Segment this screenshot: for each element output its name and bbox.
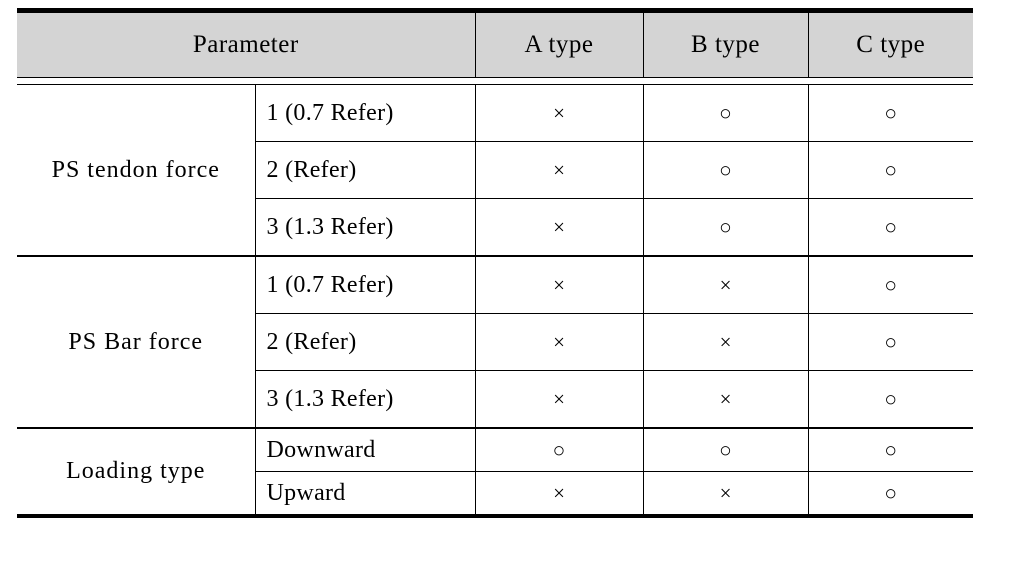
mark-b-type: ×	[642, 370, 808, 428]
sub-label: Downward	[254, 429, 475, 472]
parameter-comparison-table-wrapper: Parameter A type B type C type PS tendon…	[17, 8, 973, 520]
mark-a-type: ×	[474, 313, 643, 371]
mark-b-type: ○	[642, 198, 808, 256]
table-row: PS Bar force 1 (0.7 Refer) × × ○	[17, 257, 973, 428]
mark-b-type: ×	[642, 313, 808, 371]
mark-c-type: ○	[807, 141, 973, 199]
sub-label: Upward	[254, 471, 475, 516]
header-a-type: A type	[474, 8, 643, 78]
sub-label: 2 (Refer)	[254, 141, 475, 199]
sub-label: 1 (0.7 Refer)	[254, 84, 475, 142]
mark-a-type: ×	[474, 257, 643, 314]
mark-c-type: ○	[807, 198, 973, 256]
table-header: Parameter A type B type C type	[17, 8, 973, 78]
table-row: PS tendon force 1 (0.7 Refer) × ○ ○	[17, 84, 973, 256]
mark-c-type: ○	[807, 84, 973, 142]
table-row: Loading type Downward ○ ○ ○	[17, 429, 973, 516]
mark-b-type: ×	[642, 257, 808, 314]
table-body: PS tendon force 1 (0.7 Refer) × ○ ○ 2 (R…	[17, 77, 973, 520]
group-label-loading-type: Loading type	[17, 429, 255, 516]
sub-label: 3 (1.3 Refer)	[254, 198, 475, 256]
mark-c-type: ○	[807, 471, 973, 516]
header-b-type: B type	[642, 8, 808, 78]
mark-a-type: ×	[474, 471, 643, 516]
mark-a-type: ○	[474, 429, 643, 472]
mark-c-type: ○	[807, 313, 973, 371]
table-bottom-rule	[17, 514, 973, 520]
mark-b-type: ○	[642, 429, 808, 472]
parameter-comparison-table: Parameter A type B type C type PS tendon…	[17, 8, 973, 520]
mark-b-type: ○	[642, 84, 808, 142]
header-double-rule-line	[17, 77, 973, 85]
mark-a-type: ×	[474, 198, 643, 256]
mark-a-type: ×	[474, 84, 643, 142]
header-double-rule	[17, 77, 973, 85]
mark-b-type: ×	[642, 471, 808, 516]
group-label-ps-bar-force: PS Bar force	[17, 257, 255, 428]
mark-c-type: ○	[807, 257, 973, 314]
table-header-row: Parameter A type B type C type	[17, 8, 973, 78]
mark-c-type: ○	[807, 370, 973, 428]
mark-a-type: ×	[474, 370, 643, 428]
sub-label: 1 (0.7 Refer)	[254, 257, 475, 314]
header-parameter: Parameter	[17, 8, 475, 78]
mark-c-type: ○	[807, 429, 973, 472]
header-c-type: C type	[807, 8, 973, 78]
sub-label: 2 (Refer)	[254, 313, 475, 371]
mark-b-type: ○	[642, 141, 808, 199]
group-label-ps-tendon-force: PS tendon force	[17, 84, 255, 256]
mark-a-type: ×	[474, 141, 643, 199]
sub-label: 3 (1.3 Refer)	[254, 370, 475, 428]
table-bottom-rule-line	[17, 514, 973, 520]
